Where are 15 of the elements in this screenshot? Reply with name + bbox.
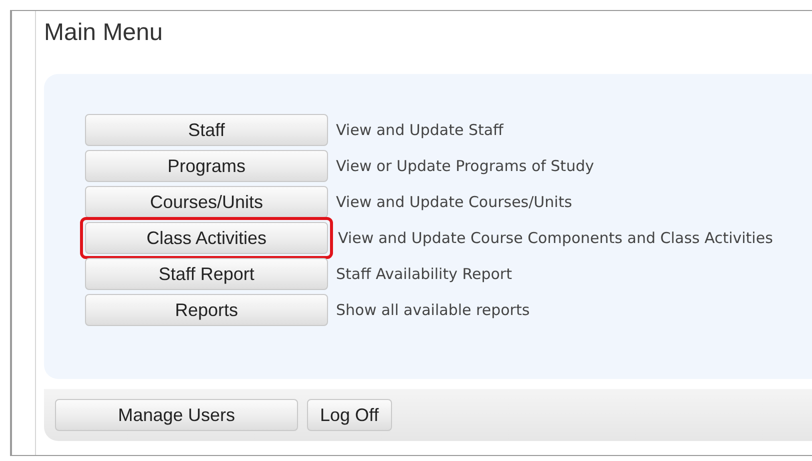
menu-button[interactable]: Class Activities xyxy=(85,222,328,254)
page-title: Main Menu xyxy=(44,18,164,48)
footer-button[interactable]: Log Off xyxy=(307,399,392,431)
footer-button[interactable]: Manage Users xyxy=(55,399,298,431)
menu-button[interactable]: Programs xyxy=(85,150,328,182)
menu-button[interactable]: Staff Report xyxy=(85,258,328,290)
menu-button[interactable]: Reports xyxy=(85,294,328,326)
menu-description: View and Update Course Components and Class Activities xyxy=(338,228,773,249)
menu-description: Staff Availability Report xyxy=(336,264,512,285)
menu-description: View or Update Programs of Study xyxy=(336,156,594,177)
menu-description: Show all available reports xyxy=(336,300,530,321)
menu-description: View and Update Courses/Units xyxy=(336,192,572,213)
menu-description: View and Update Staff xyxy=(336,120,504,141)
menu-button[interactable]: Staff xyxy=(85,114,328,146)
menu-button[interactable]: Courses/Units xyxy=(85,186,328,218)
